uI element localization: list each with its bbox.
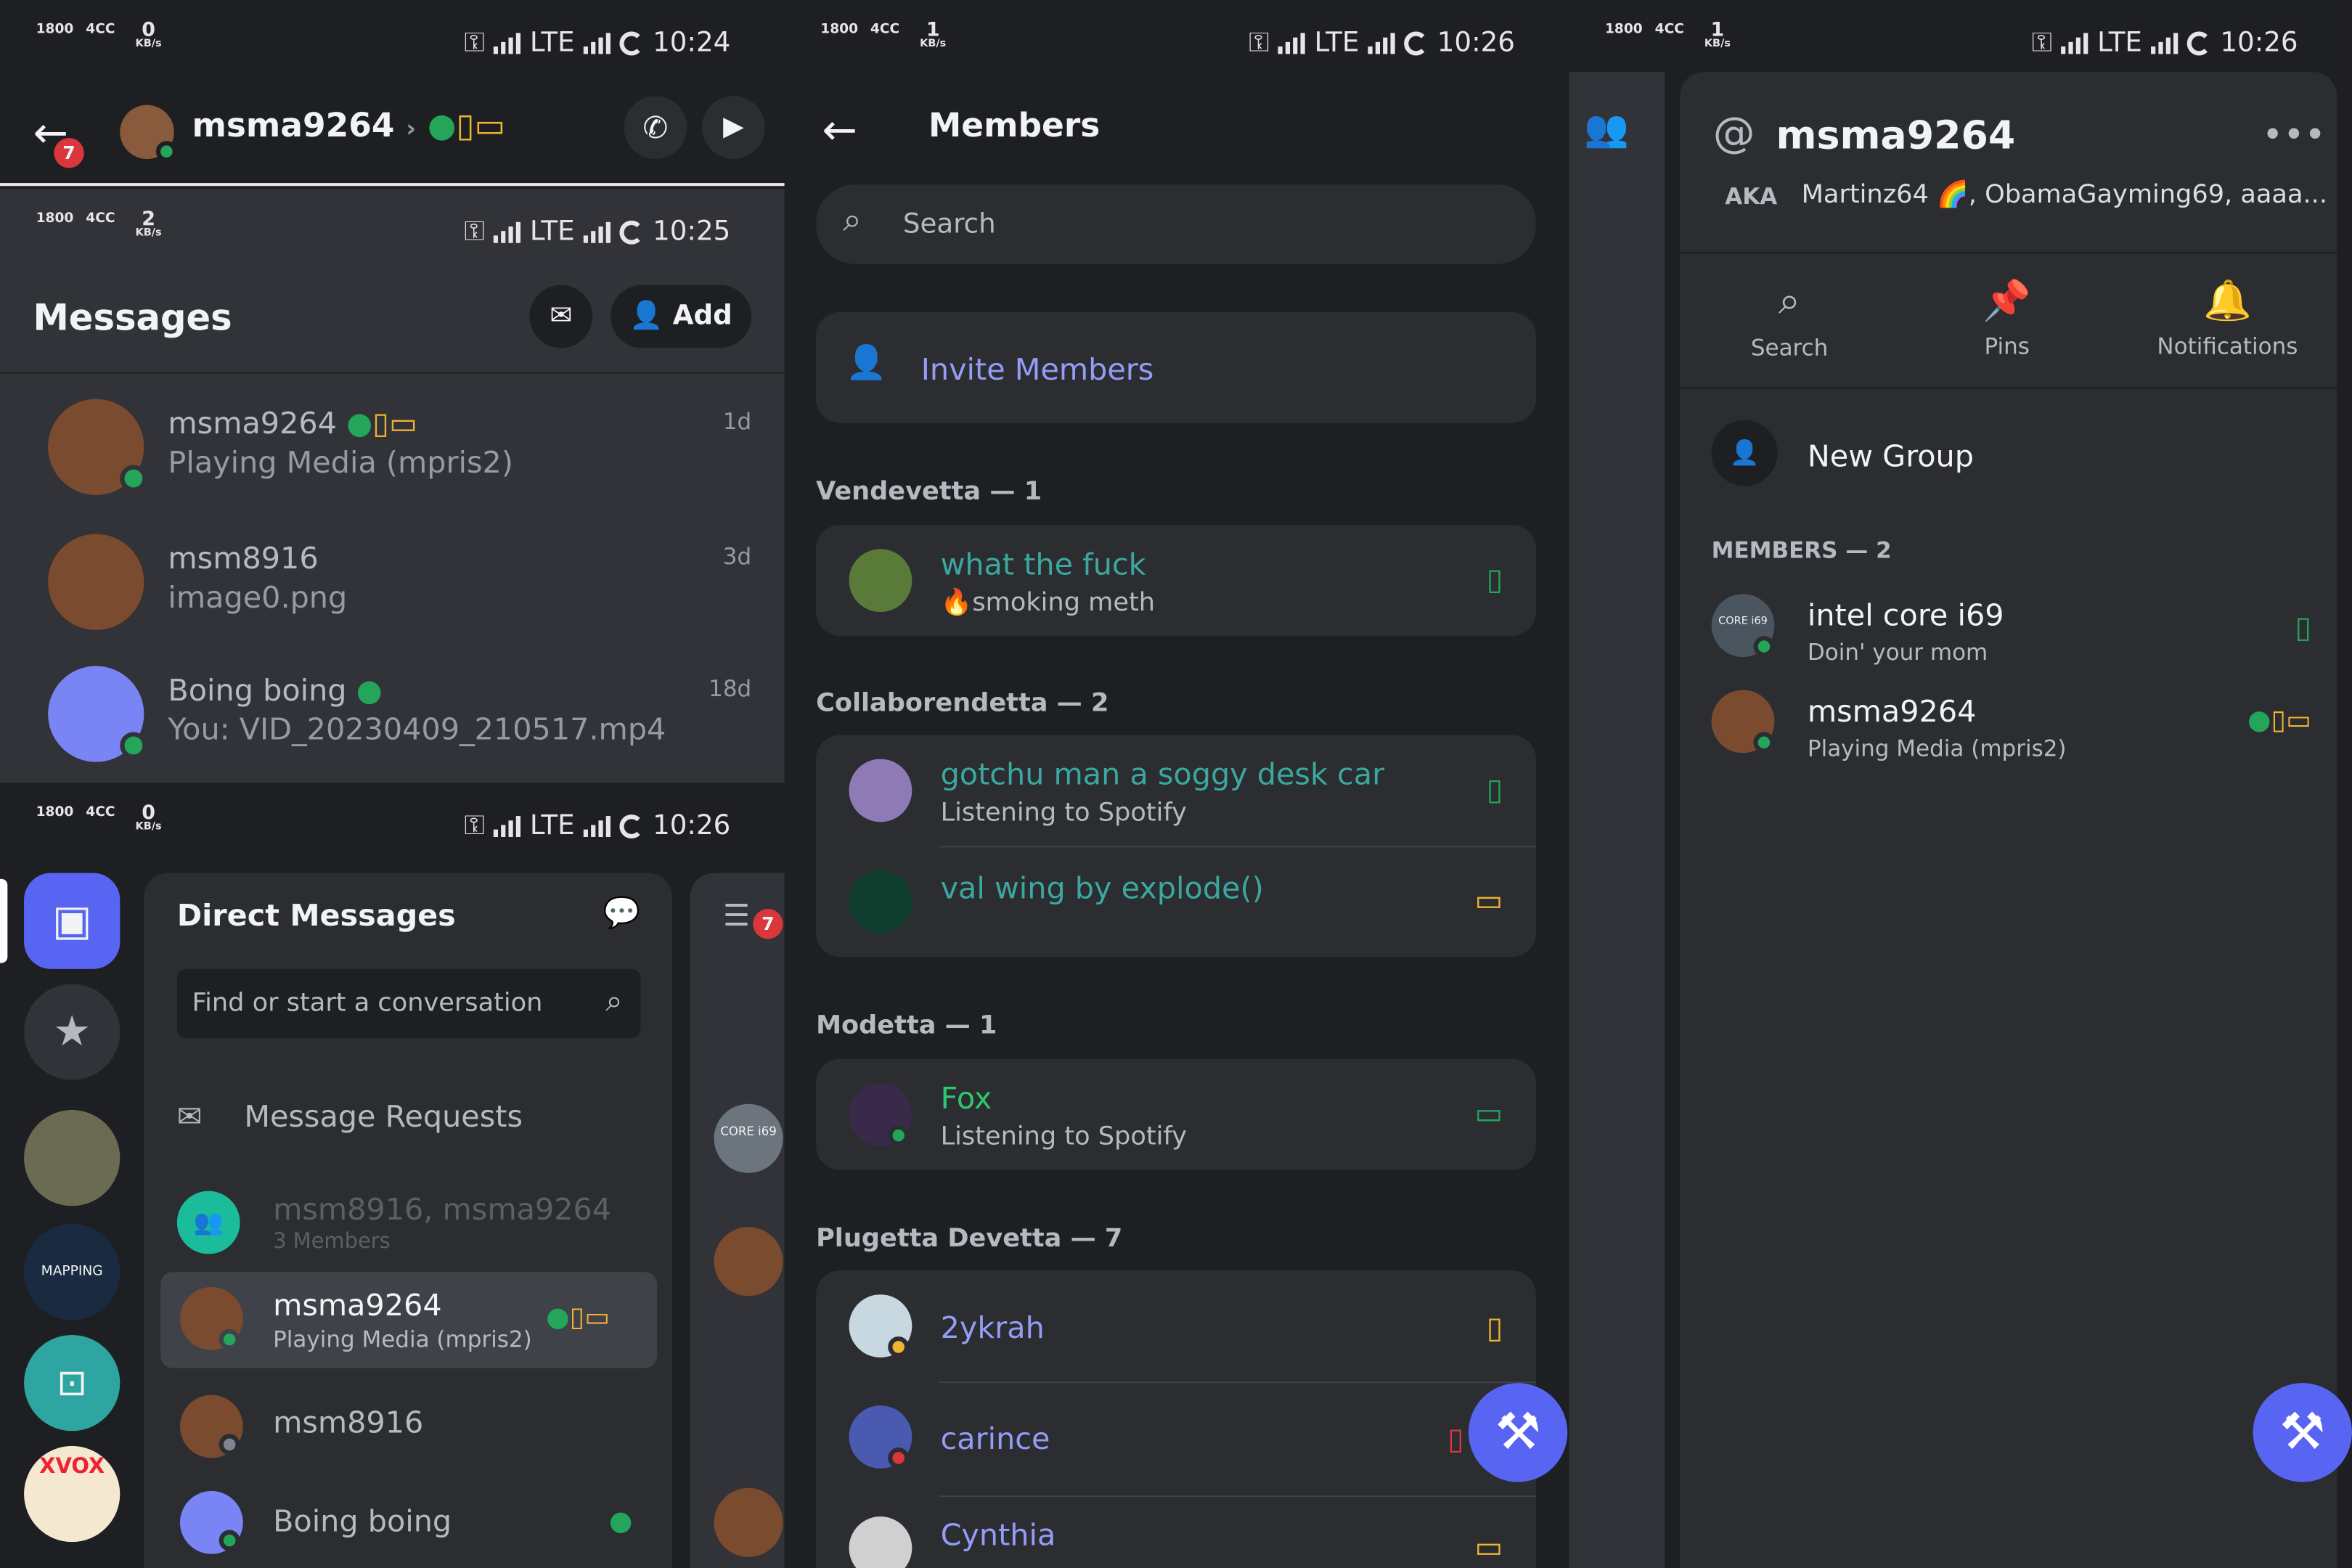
message-requests[interactable]: ✉ Message Requests — [177, 1098, 523, 1135]
member-name[interactable]: val wing by explode() — [941, 870, 1264, 906]
search-icon: ⌕ — [605, 982, 623, 1019]
member-name[interactable]: 2ykrah — [941, 1310, 1045, 1346]
new-message-button[interactable]: ✉ — [529, 285, 593, 348]
add-friend-button[interactable]: 👤 Add — [610, 285, 752, 348]
status-bar: 1800 4CC 1 KB/s ⚿ LTE 10:26 — [820, 19, 1515, 59]
unread-badge: 7 — [54, 138, 84, 168]
role-header: Collaborendetta — 2 — [816, 688, 1109, 719]
member-name[interactable]: gotchu man a soggy desk car — [941, 756, 1384, 792]
desktop-icon: ▭ — [1474, 881, 1503, 918]
new-group-button[interactable]: 👤 New Group — [1711, 420, 2312, 492]
avatar — [48, 534, 144, 630]
dev-tools-button[interactable]: ⚒ — [1468, 1383, 1568, 1482]
server-icon[interactable] — [24, 1110, 121, 1206]
profile-name: msma9264 — [1776, 114, 2016, 160]
page-title: Members — [928, 107, 1101, 146]
battery-icon — [619, 30, 644, 55]
notifications-action[interactable]: 🔔 Notifications — [2148, 279, 2307, 360]
envelope-icon: ✉ — [176, 1098, 203, 1135]
page-title: Messages — [33, 297, 232, 339]
member-name[interactable]: Fox — [941, 1080, 992, 1116]
list-item[interactable]: msma9264 ●▯▭ Playing Media (mpris2) 1d — [0, 399, 785, 519]
member-name[interactable]: what the fuck — [941, 546, 1146, 582]
status-bar: 1800 4CC 0 KB/s ⚿ LTE 10:24 — [36, 19, 731, 59]
voice-call-button[interactable]: ✆ — [624, 96, 687, 160]
pins-action[interactable]: 📌 Pins — [1962, 279, 2052, 360]
pin-icon: 📌 — [1983, 279, 2032, 324]
status-bar: 1800 4CC 2 KB/s ⚿ LTE 10:25 — [36, 208, 731, 248]
status-bar: 1800 4CC 0 KB/s ⚿ LTE 10:26 — [36, 802, 731, 842]
search-input[interactable]: Find or start a conversation ⌕ — [176, 968, 641, 1038]
search-input[interactable]: ⌕ Search — [816, 184, 1536, 264]
add-user-icon: 👤 — [1711, 420, 1778, 486]
online-status — [155, 141, 177, 163]
more-options-button[interactable]: ••• — [2262, 114, 2326, 156]
direct-messages-screen: 1800 4CC 0 KB/s ⚿ LTE 10:26 ▣ ★ MAPPING ⊡ XVO… — [0, 783, 785, 1568]
mobile-icon: ▯ — [1486, 560, 1503, 597]
chat-title[interactable]: msma9264 › ●▯▭ — [192, 108, 505, 146]
globe-icon: ● — [427, 107, 457, 146]
page-title: Direct Messages — [176, 897, 456, 934]
list-item[interactable]: msm8916 image0.png 3d — [0, 534, 785, 654]
video-call-button[interactable]: ▶ — [702, 96, 765, 160]
list-item[interactable]: msma9264 Playing Media (mpris2) ●▯▭ — [1711, 687, 2311, 764]
phone-icon: ▯ — [456, 107, 475, 146]
server-icon[interactable]: ⊡ — [24, 1335, 121, 1432]
group-avatar: 👥 — [176, 1191, 240, 1254]
list-item[interactable]: CORE i69 intel core i69 Doin' your mom ▯ — [1711, 591, 2311, 669]
server-icon[interactable]: XVOX — [24, 1445, 121, 1543]
member-name[interactable]: carince — [941, 1421, 1050, 1457]
new-group-dm-button[interactable]: 💬 — [603, 894, 640, 931]
chat-screen: 1800 4CC 0 KB/s ⚿ LTE 10:24 ← 7 msma9264 › ●▯… — [0, 0, 785, 187]
invite-members-button[interactable]: 👤 Invite Members — [816, 311, 1536, 423]
list-item[interactable]: Boing boing ● You: VID_20230409_210517.m… — [0, 666, 785, 783]
search-icon: ⌕ — [843, 202, 862, 240]
dev-tools-button[interactable]: ⚒ — [2253, 1383, 2352, 1482]
avatar — [849, 759, 912, 822]
members-icon[interactable]: 👥 — [1584, 108, 1629, 150]
search-icon: ⌕ — [1779, 279, 1801, 324]
menu-icon[interactable]: ☰ — [723, 897, 750, 934]
add-user-icon: 👤 — [846, 345, 888, 383]
members-header: MEMBERS — 2 — [1711, 536, 1892, 564]
messages-screen: 1800 4CC 2 KB/s ⚿ LTE 10:25 Messages ✉ 👤 Add … — [0, 189, 785, 783]
nitro-button[interactable]: ★ — [24, 984, 121, 1080]
role-header: Plugetta Devetta — 7 — [816, 1224, 1123, 1254]
member-name[interactable]: Cynthia — [941, 1516, 1056, 1553]
desktop-icon: ▭ — [474, 107, 506, 146]
back-button[interactable]: ← — [822, 105, 857, 155]
key-icon: ⚿ — [464, 27, 485, 59]
avatar — [849, 1516, 912, 1568]
search-action[interactable]: ⌕ Search — [1734, 279, 1845, 362]
dm-home-button[interactable]: ▣ — [24, 873, 121, 969]
bell-icon: 🔔 — [2203, 279, 2252, 324]
server-icon[interactable]: MAPPING — [24, 1224, 121, 1320]
avatar — [849, 870, 912, 934]
avatar — [849, 549, 912, 613]
profile-screen: 1800 4CC 1 KB/s ⚿ LTE 10:26 👥 @ msma9264 ••• … — [1569, 0, 2352, 1568]
role-header: Modetta — 1 — [816, 1010, 997, 1042]
role-header: Vendevetta — 1 — [816, 477, 1042, 507]
